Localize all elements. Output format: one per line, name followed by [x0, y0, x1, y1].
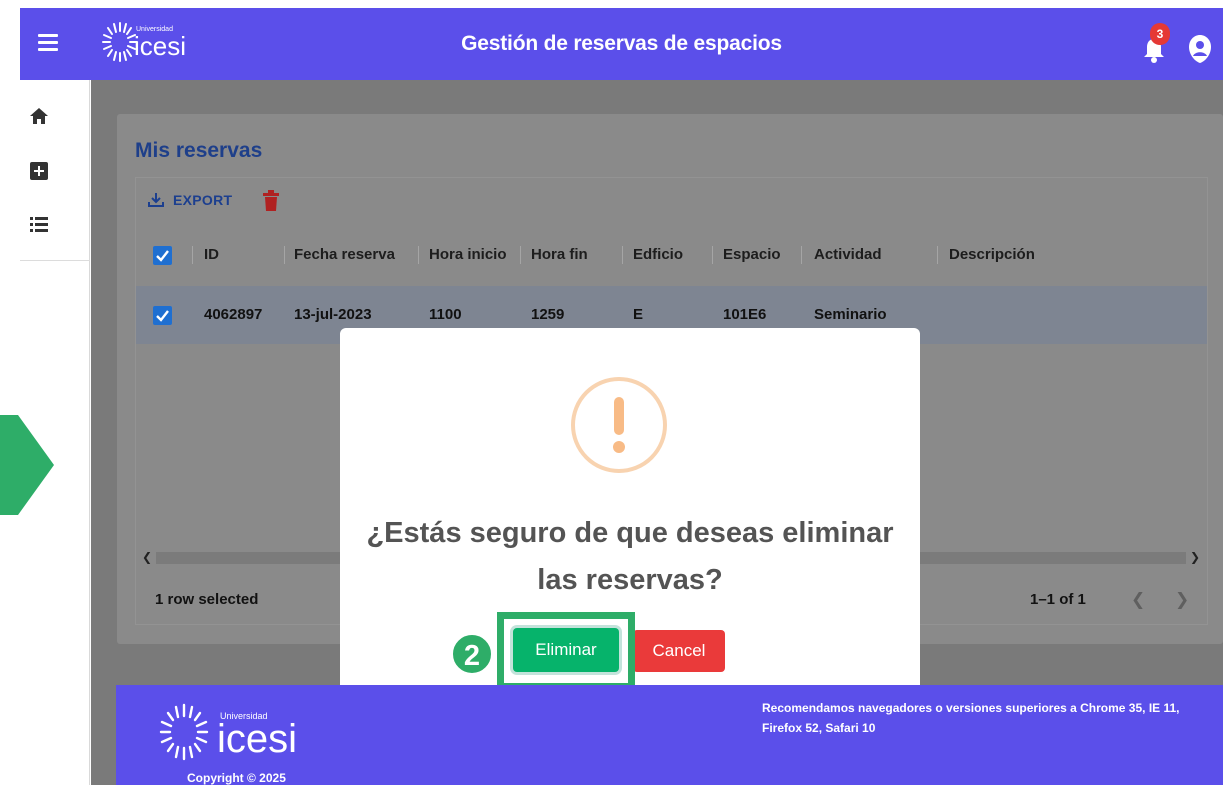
cell-fecha: 13-jul-2023: [294, 306, 372, 323]
column-separator: [622, 246, 623, 264]
browser-recommendation: Recomendamos navegadores o versiones sup…: [762, 701, 1180, 735]
column-separator: [712, 246, 713, 264]
cell-hora-inicio: 1100: [429, 306, 462, 323]
dialog-message: ¿Estás seguro de que deseas eliminar las…: [366, 517, 894, 596]
account-icon[interactable]: [1187, 34, 1213, 64]
column-header-hora-inicio[interactable]: Hora inicio: [429, 246, 507, 263]
scroll-right-icon[interactable]: ❯: [1190, 550, 1200, 564]
chevron-right-icon[interactable]: ❯: [1175, 590, 1189, 610]
pagination-range: 1–1 of 1: [1030, 591, 1086, 608]
column-separator: [801, 246, 802, 264]
footer-logo-name: icesi: [217, 717, 298, 761]
column-header-edificio[interactable]: Edficio: [633, 246, 683, 263]
export-label: EXPORT: [173, 192, 233, 208]
column-separator: [520, 246, 521, 264]
notification-badge: 3: [1150, 23, 1170, 45]
cell-hora-fin: 1259: [531, 306, 565, 323]
column-separator: [192, 246, 193, 264]
add-box-icon[interactable]: [28, 160, 50, 182]
column-header-id[interactable]: ID: [204, 246, 219, 263]
page-title: Mis reservas: [135, 139, 263, 162]
select-all-checkbox[interactable]: [153, 246, 172, 265]
cancel-button[interactable]: Cancel: [633, 630, 725, 672]
chevron-left-icon[interactable]: ❮: [1131, 590, 1145, 610]
column-separator: [937, 246, 938, 264]
column-header-espacio[interactable]: Espacio: [723, 246, 781, 263]
warning-icon: [571, 377, 667, 473]
page-header-title: Gestión de reservas de espacios: [461, 32, 782, 55]
cell-espacio: 101E6: [723, 306, 767, 323]
scroll-left-icon[interactable]: ❮: [142, 550, 152, 564]
sidebar-divider: [20, 260, 90, 261]
cell-edificio: E: [633, 306, 644, 323]
copyright-text: Copyright © 2025: [187, 771, 286, 785]
row-checkbox[interactable]: [153, 306, 172, 325]
home-icon[interactable]: [28, 105, 50, 127]
download-icon: [148, 193, 164, 207]
confirm-delete-button[interactable]: Eliminar: [513, 628, 619, 672]
column-separator: [284, 246, 285, 264]
table-header: ID Fecha reserva Hora inicio Hora fin Ed…: [136, 236, 1207, 274]
column-header-fecha[interactable]: Fecha reserva: [294, 246, 395, 263]
confirm-dialog: ¿Estás seguro de que deseas eliminar las…: [340, 328, 920, 700]
cell-id: 4062897: [204, 306, 263, 323]
selected-count: 1 row selected: [155, 591, 259, 608]
top-app-bar: Universidad icesi Gestión de reservas de…: [20, 8, 1223, 80]
column-separator: [418, 246, 419, 264]
column-header-hora-fin[interactable]: Hora fin: [531, 246, 588, 263]
site-footer: Universidad icesi Copyright © 2025 Recom…: [116, 685, 1223, 785]
column-header-actividad[interactable]: Actividad: [814, 246, 882, 263]
list-icon[interactable]: [28, 213, 50, 235]
step-number-badge: 2: [451, 633, 493, 675]
arrow-right-icon: [0, 415, 54, 515]
cell-actividad: Seminario: [814, 306, 887, 323]
delete-icon[interactable]: [262, 190, 280, 212]
column-header-descripcion[interactable]: Descripción: [949, 246, 1035, 263]
